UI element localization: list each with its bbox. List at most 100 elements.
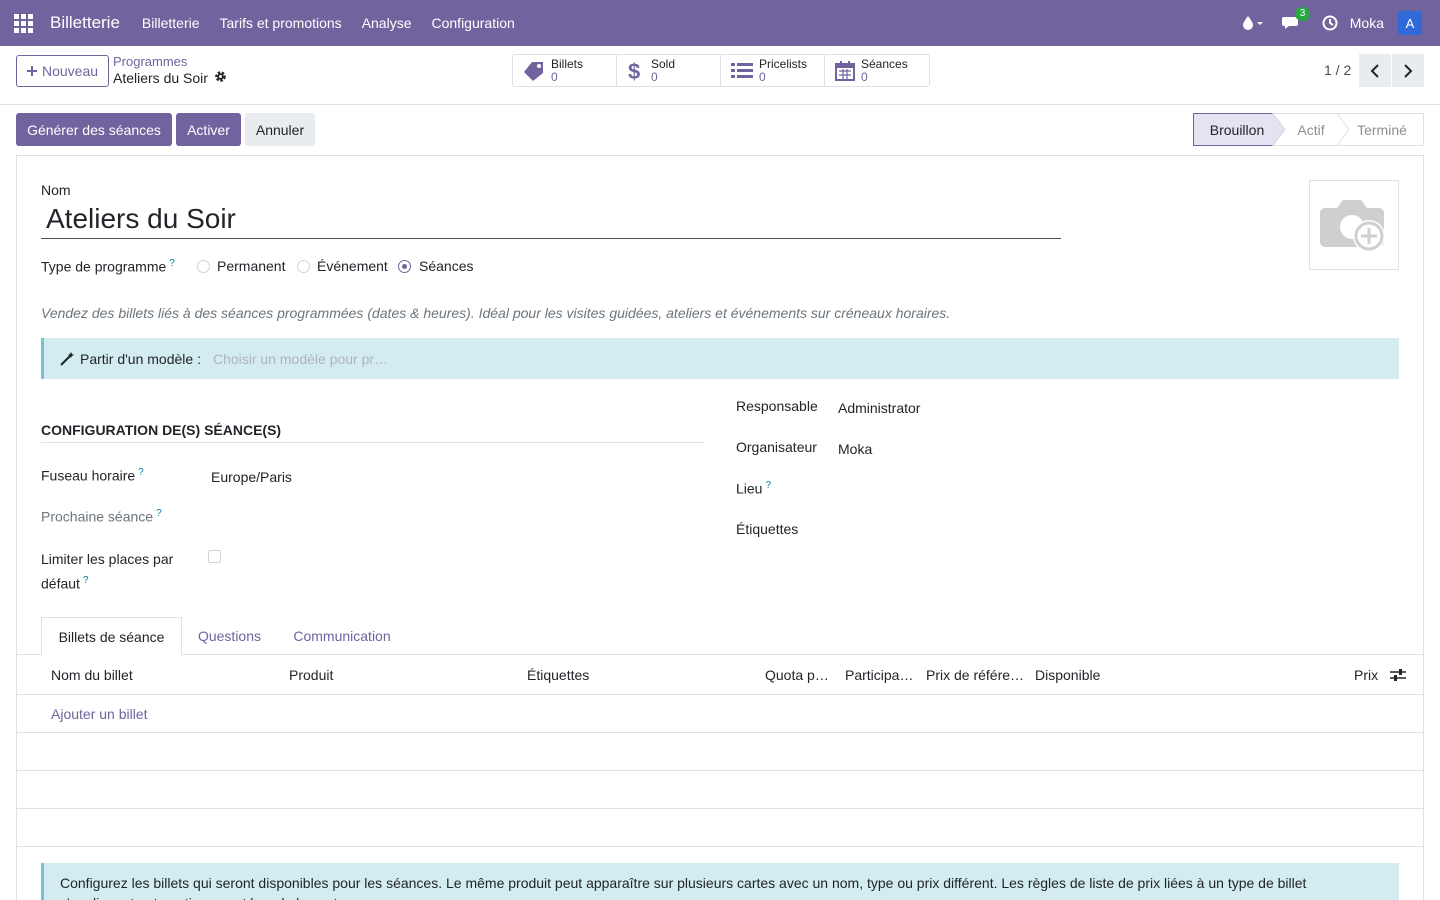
image-upload[interactable] xyxy=(1309,180,1399,270)
apps-menu-icon[interactable] xyxy=(0,0,46,46)
smart-button-billets[interactable]: Billets 0 xyxy=(513,55,617,86)
tab-communication[interactable]: Communication xyxy=(283,617,401,655)
form-sheet: Nom Ateliers du Soir Type de programme? … xyxy=(16,155,1424,900)
limit-seats-label: Limiter les places par défaut? xyxy=(41,549,173,595)
program-description: Vendez des billets liés à des séances pr… xyxy=(41,305,951,321)
calendar-icon xyxy=(835,60,855,81)
gear-icon[interactable] xyxy=(214,70,227,86)
help-icon[interactable]: ? xyxy=(765,480,771,491)
limit-seats-checkbox[interactable] xyxy=(208,550,221,563)
svg-text:$: $ xyxy=(628,60,640,82)
column-reference-price[interactable]: Prix de référe… xyxy=(926,667,1026,683)
user-name[interactable]: Moka xyxy=(1350,15,1384,31)
pager-previous-button[interactable] xyxy=(1359,54,1391,87)
table-row xyxy=(17,771,1423,809)
new-button[interactable]: Nouveau xyxy=(16,55,109,87)
chevron-right-icon xyxy=(1404,63,1413,78)
column-available[interactable]: Disponible xyxy=(1035,667,1115,683)
column-product[interactable]: Produit xyxy=(289,667,509,683)
name-input[interactable]: Ateliers du Soir xyxy=(41,200,1061,239)
column-participants[interactable]: Participa… xyxy=(845,667,919,683)
radio-permanent[interactable] xyxy=(197,260,210,273)
status-bar: Générer des séances Activer Annuler Brou… xyxy=(0,105,1440,155)
table-row xyxy=(17,733,1423,771)
timezone-field[interactable]: Europe/Paris xyxy=(211,469,292,485)
template-select[interactable]: Choisir un modèle pour pr… xyxy=(213,351,388,367)
organizer-label: Organisateur xyxy=(736,439,817,455)
radio-sessions-label[interactable]: Séances xyxy=(419,258,473,274)
main-menu: Billetterie Tarifs et promotions Analyse… xyxy=(132,0,525,46)
tab-questions[interactable]: Questions xyxy=(187,617,272,655)
tags-label: Étiquettes xyxy=(736,521,799,537)
smart-label: Pricelists xyxy=(759,56,808,71)
new-button-label: Nouveau xyxy=(41,63,99,79)
pager-value[interactable]: 1 / 2 xyxy=(1324,62,1351,78)
pager-next-button[interactable] xyxy=(1392,54,1424,87)
location-label-text: Lieu xyxy=(736,480,763,497)
help-icon[interactable]: ? xyxy=(83,575,89,586)
breadcrumb-current: Ateliers du Soir xyxy=(113,70,208,86)
generate-sessions-button[interactable]: Générer des séances xyxy=(16,113,172,146)
smart-value: 0 xyxy=(551,69,558,84)
tickets-info-alert: Configurez les billets qui seront dispon… xyxy=(41,863,1399,900)
tickets-table-header: Nom du billet Produit Étiquettes Quota p… xyxy=(17,655,1423,695)
smart-button-seances[interactable]: Séances 0 xyxy=(825,55,929,86)
magic-wand-icon xyxy=(60,351,74,366)
chat-icon[interactable]: 3 xyxy=(1281,7,1311,31)
smart-value: 0 xyxy=(651,69,658,84)
add-ticket-link[interactable]: Ajouter un billet xyxy=(51,706,148,722)
smart-label: Sold xyxy=(651,56,676,71)
stage-active[interactable]: Actif xyxy=(1285,113,1337,146)
program-type-label-text: Type de programme xyxy=(41,258,167,275)
notebook-tabs: Billets de séance Questions Communicatio… xyxy=(17,617,1423,656)
responsible-field[interactable]: Administrator xyxy=(838,400,920,416)
clock-icon[interactable] xyxy=(1322,15,1338,31)
ticket-icon xyxy=(524,61,543,81)
radio-event-label[interactable]: Événement xyxy=(317,258,388,274)
help-icon[interactable]: ? xyxy=(156,508,162,519)
next-session-label: Prochaine séance? xyxy=(41,508,162,525)
camera-plus-icon xyxy=(1320,200,1385,252)
radio-sessions[interactable] xyxy=(398,260,411,273)
tab-session-tickets[interactable]: Billets de séance xyxy=(41,617,182,656)
smart-label: Séances xyxy=(861,56,908,71)
column-quota[interactable]: Quota p… xyxy=(765,667,835,683)
debug-drop-icon[interactable] xyxy=(1242,15,1264,31)
list-icon xyxy=(731,62,753,78)
top-navbar: Billetterie Billetterie Tarifs et promot… xyxy=(0,0,1440,46)
add-line-row: Ajouter un billet xyxy=(17,695,1423,733)
activate-button[interactable]: Activer xyxy=(176,113,241,146)
stage-pipeline: Brouillon Actif Terminé xyxy=(1193,113,1424,146)
smart-value: 0 xyxy=(861,69,868,84)
stage-draft[interactable]: Brouillon xyxy=(1193,113,1281,146)
help-icon[interactable]: ? xyxy=(138,467,144,478)
responsible-label: Responsable xyxy=(736,398,818,414)
table-row xyxy=(17,809,1423,847)
next-session-label-text: Prochaine séance xyxy=(41,508,154,525)
column-ticket-name[interactable]: Nom du billet xyxy=(51,667,271,683)
smart-value: 0 xyxy=(759,69,766,84)
column-settings-icon[interactable] xyxy=(1390,668,1406,685)
radio-event[interactable] xyxy=(297,260,310,273)
column-price[interactable]: Prix xyxy=(1354,667,1384,683)
breadcrumb-parent[interactable]: Programmes xyxy=(113,54,187,69)
menu-billetterie[interactable]: Billetterie xyxy=(132,0,210,46)
navbar-systray: 3 Moka A xyxy=(1224,0,1440,46)
cancel-button[interactable]: Annuler xyxy=(245,113,315,146)
organizer-field[interactable]: Moka xyxy=(838,441,872,457)
chat-count-badge: 3 xyxy=(1294,7,1311,21)
column-tags[interactable]: Étiquettes xyxy=(527,667,747,683)
smart-button-sold[interactable]: $ Sold 0 xyxy=(617,55,721,86)
menu-analyse[interactable]: Analyse xyxy=(352,0,422,46)
smart-buttons: Billets 0 $ Sold 0 Pricelists 0 Séances 0 xyxy=(512,54,930,87)
help-icon[interactable]: ? xyxy=(169,258,175,269)
dollar-icon: $ xyxy=(628,60,640,82)
avatar[interactable]: A xyxy=(1398,11,1422,35)
smart-button-pricelists[interactable]: Pricelists 0 xyxy=(721,55,825,86)
menu-tarifs[interactable]: Tarifs et promotions xyxy=(210,0,352,46)
menu-configuration[interactable]: Configuration xyxy=(422,0,525,46)
radio-permanent-label[interactable]: Permanent xyxy=(217,258,285,274)
app-brand[interactable]: Billetterie xyxy=(50,13,120,33)
template-label: Partir d'un modèle : xyxy=(80,350,201,367)
stage-done[interactable]: Terminé xyxy=(1349,113,1415,146)
